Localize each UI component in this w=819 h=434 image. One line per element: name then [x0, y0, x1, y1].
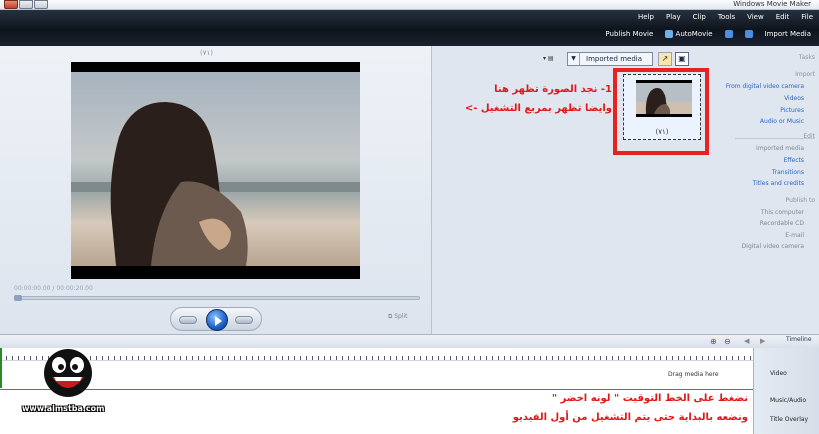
preview-image — [71, 62, 360, 279]
publish-movie-button[interactable]: Publish Movie — [605, 30, 653, 38]
timeline-view-toggle[interactable]: Timeline — [786, 336, 812, 343]
title-bar: Windows Movie Maker — [0, 0, 819, 10]
folder-up-icon[interactable]: ↗ — [658, 52, 672, 66]
maximize-icon[interactable] — [19, 0, 33, 9]
task-audio-music[interactable]: Audio or Music — [760, 118, 804, 125]
seek-bar[interactable] — [14, 295, 420, 301]
split-icon: ⧉ — [388, 313, 393, 320]
auto-movie-label: AutoMovie — [675, 30, 713, 38]
clip-image — [636, 83, 692, 114]
tasks-pane: Tasks Import From digital video camera V… — [716, 52, 819, 334]
timeline-playhead[interactable] — [0, 348, 2, 388]
annotation-top-line2: وايضا تظهر بمربع التشغيل -> — [464, 103, 612, 114]
annotation-top: 1- نجد الصورة تظهر هنا وايضا تظهر بمربع … — [452, 80, 612, 118]
menu-tools[interactable]: Tools — [718, 13, 735, 21]
task-imported-media[interactable]: Imported media — [756, 145, 804, 152]
track-label-video: Video — [770, 370, 787, 377]
seek-thumb[interactable] — [14, 295, 22, 301]
chevron-down-icon: ▼ — [568, 53, 580, 65]
import-media-label: Import Media — [764, 30, 811, 38]
track-label-audio: Music/Audio — [770, 397, 807, 404]
clip-thumbnail[interactable]: (٧١) — [623, 74, 701, 140]
play-button[interactable] — [206, 309, 228, 331]
publish-movie-label: Publish Movie — [605, 30, 654, 38]
zoom-in-icon[interactable]: ⊕ — [710, 337, 717, 346]
task-email[interactable]: E-mail — [785, 232, 804, 239]
menu-bar: File Edit View Tools Clip Play Help — [638, 13, 813, 21]
menu-clip[interactable]: Clip — [693, 13, 706, 21]
annotation-bottom-line1: نضغط على الخط التوقيت " لونه اخضر " — [551, 393, 748, 404]
rewind-timeline-icon[interactable]: ◀ — [744, 337, 749, 345]
track-labels: Video Music/Audio Title Overlay — [753, 348, 819, 434]
rewind-button[interactable] — [179, 316, 197, 324]
watermark: www.almstba.com — [22, 404, 105, 413]
menu-help[interactable]: Help — [638, 13, 654, 21]
import-media-button[interactable]: Import Media — [765, 30, 811, 38]
timeline-ruler[interactable] — [0, 348, 753, 360]
task-videos[interactable]: Videos — [784, 95, 804, 102]
undo-icon[interactable] — [724, 30, 733, 38]
window-title: Windows Movie Maker — [733, 0, 811, 8]
task-pictures[interactable]: Pictures — [780, 107, 804, 114]
collection-view-icon[interactable]: ▾ ▤ — [543, 55, 554, 62]
forward-button[interactable] — [235, 316, 253, 324]
smiley-logo-icon — [40, 345, 96, 401]
redo-icon[interactable] — [744, 30, 753, 38]
collection-dropdown-value: Imported media — [586, 55, 643, 63]
preview-video[interactable] — [71, 62, 360, 279]
menu-view[interactable]: View — [747, 13, 764, 21]
split-label: Split — [394, 313, 408, 320]
thumbnail-view-icon[interactable]: ▣ — [675, 52, 689, 66]
split-button[interactable]: ⧉ Split — [388, 313, 408, 321]
task-effects[interactable]: Effects — [784, 157, 804, 164]
toolbar: Import Media AutoMovie Publish Movie — [605, 30, 811, 38]
auto-movie-icon — [665, 30, 674, 38]
clip-thumbnail-image — [636, 80, 692, 117]
menu-edit[interactable]: Edit — [776, 13, 790, 21]
close-icon[interactable] — [4, 0, 18, 9]
annotation-bottom: نضغط على الخط التوقيت " لونه اخضر " ونضع… — [330, 389, 748, 427]
collection-dropdown[interactable]: ▼ Imported media — [567, 52, 653, 66]
timeline-toolbar: ⊕ ⊖ ◀ ▶ — [0, 334, 819, 348]
publish-header: Publish to — [785, 197, 815, 204]
task-recordable-cd[interactable]: Recordable CD — [760, 220, 804, 227]
task-titles-credits[interactable]: Titles and credits — [753, 180, 804, 187]
task-from-camera[interactable]: From digital video camera — [726, 83, 804, 90]
zoom-out-icon[interactable]: ⊖ — [724, 337, 731, 346]
menu-toolbar: File Edit View Tools Clip Play Help Impo… — [0, 10, 819, 46]
timecode: 00:00:00.00 / 00:00:20.00 — [14, 285, 93, 292]
edit-header: Edit — [803, 133, 815, 140]
drag-media-hint: Drag media here — [668, 371, 719, 378]
menu-file[interactable]: File — [801, 13, 813, 21]
task-digital-video-camera[interactable]: Digital video camera — [742, 243, 804, 250]
track-label-title-overlay: Title Overlay — [770, 416, 809, 423]
annotation-top-line1: 1- نجد الصورة تظهر هنا — [494, 84, 612, 95]
menu-play[interactable]: Play — [666, 13, 681, 21]
video-track[interactable] — [0, 360, 753, 390]
import-header: Import — [795, 71, 815, 78]
preview-monitor: (٧١) 00:00:00.00 / 00:00:20.00 ⧉ Split — [0, 46, 432, 334]
play-timeline-icon[interactable]: ▶ — [760, 337, 765, 345]
clip-label: (٧١) — [655, 128, 669, 136]
annotation-bottom-line2: ونضعه بالبداية حتى يتم التشغيل من أول ال… — [512, 412, 748, 423]
preview-title: (٧١) — [200, 49, 213, 57]
auto-movie-button[interactable]: AutoMovie — [665, 30, 713, 38]
task-this-computer[interactable]: This computer — [761, 209, 804, 216]
tasks-header: Tasks — [798, 54, 815, 61]
minimize-icon[interactable] — [34, 0, 48, 9]
playback-controls — [170, 307, 262, 331]
task-transitions[interactable]: Transitions — [772, 169, 804, 176]
